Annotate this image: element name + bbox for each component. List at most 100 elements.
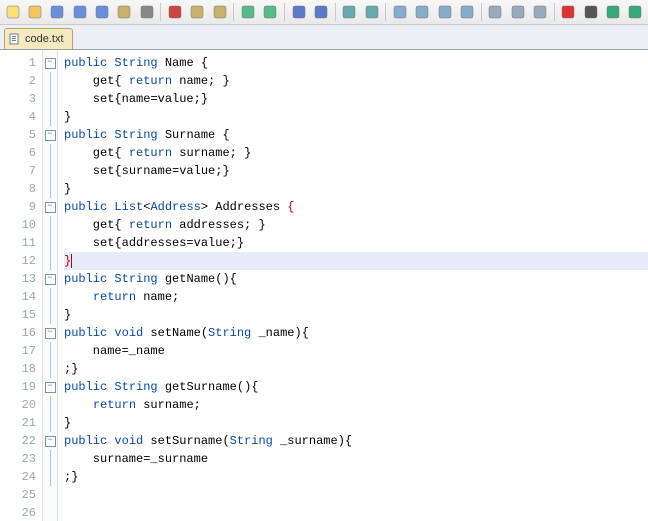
- undo-icon[interactable]: [237, 1, 258, 23]
- code-line[interactable]: return name;: [64, 288, 648, 306]
- window-layout-icon[interactable]: [434, 1, 455, 23]
- fold-toggle-icon[interactable]: [45, 202, 56, 213]
- code-line[interactable]: public List<Address> Addresses {: [64, 198, 648, 216]
- window-cascade-icon[interactable]: [456, 1, 477, 23]
- fold-cell: [43, 414, 57, 432]
- fold-toggle-icon[interactable]: [45, 130, 56, 141]
- tab-code-txt[interactable]: code.txt: [4, 28, 73, 49]
- fold-toggle-icon[interactable]: [45, 382, 56, 393]
- code-line[interactable]: ;}: [64, 468, 648, 486]
- replace-icon[interactable]: [310, 1, 331, 23]
- save-all-icon[interactable]: [69, 1, 90, 23]
- fold-cell[interactable]: [43, 432, 57, 450]
- new-file-icon[interactable]: [2, 1, 23, 23]
- code-line[interactable]: }: [64, 306, 648, 324]
- record-macro-icon[interactable]: [558, 1, 579, 23]
- fold-cell: [43, 450, 57, 468]
- code-line[interactable]: set{addresses=value;}: [64, 234, 648, 252]
- redo-icon[interactable]: [260, 1, 281, 23]
- zoom-out-icon[interactable]: [361, 1, 382, 23]
- play-all-icon[interactable]: [625, 1, 646, 23]
- code-line[interactable]: public String Surname {: [64, 126, 648, 144]
- code-line[interactable]: public String getSurname(){: [64, 378, 648, 396]
- word-wrap-icon[interactable]: [529, 1, 550, 23]
- fold-cell: [43, 468, 57, 486]
- fold-toggle-icon[interactable]: [45, 274, 56, 285]
- fold-guide: [50, 288, 51, 306]
- toolbar-separator: [284, 3, 285, 21]
- zoom-in-icon[interactable]: [339, 1, 360, 23]
- open-icon[interactable]: [24, 1, 45, 23]
- fold-cell: [43, 504, 57, 521]
- stop-macro-icon[interactable]: [580, 1, 601, 23]
- fold-cell: [43, 360, 57, 378]
- code-line[interactable]: public String getName(){: [64, 270, 648, 288]
- code-line[interactable]: set{surname=value;}: [64, 162, 648, 180]
- fold-guide: [50, 468, 51, 486]
- fold-cell[interactable]: [43, 126, 57, 144]
- fold-guide: [50, 234, 51, 252]
- code-line[interactable]: get{ return addresses; }: [64, 216, 648, 234]
- fold-guide: [50, 360, 51, 378]
- fold-cell[interactable]: [43, 378, 57, 396]
- code-line[interactable]: [64, 504, 648, 521]
- find-icon[interactable]: [288, 1, 309, 23]
- code-line[interactable]: [64, 486, 648, 504]
- file-icon: [9, 33, 21, 45]
- fold-toggle-icon[interactable]: [45, 58, 56, 69]
- toolbar-separator: [385, 3, 386, 21]
- fold-cell: [43, 234, 57, 252]
- fold-cell[interactable]: [43, 198, 57, 216]
- toolbar-separator: [160, 3, 161, 21]
- line-number: 15: [0, 306, 36, 324]
- cut-icon[interactable]: [164, 1, 185, 23]
- toggle-panel-icon[interactable]: [485, 1, 506, 23]
- fold-cell: [43, 180, 57, 198]
- fold-guide: [50, 180, 51, 198]
- code-line[interactable]: }: [64, 108, 648, 126]
- code-line[interactable]: }: [64, 180, 648, 198]
- window-split-h-icon[interactable]: [389, 1, 410, 23]
- fold-cell: [43, 162, 57, 180]
- fold-cell[interactable]: [43, 54, 57, 72]
- code-line[interactable]: get{ return name; }: [64, 72, 648, 90]
- code-line[interactable]: return surname;: [64, 396, 648, 414]
- line-number: 20: [0, 396, 36, 414]
- line-number: 19: [0, 378, 36, 396]
- line-number: 4: [0, 108, 36, 126]
- paste-icon[interactable]: [209, 1, 230, 23]
- window-split-v-icon[interactable]: [412, 1, 433, 23]
- fold-cell[interactable]: [43, 270, 57, 288]
- line-numbers-icon[interactable]: [507, 1, 528, 23]
- code-line[interactable]: }: [64, 414, 648, 432]
- code-line[interactable]: public void setSurname(String _surname){: [64, 432, 648, 450]
- code-line[interactable]: public String Name {: [64, 54, 648, 72]
- toolbar-separator: [554, 3, 555, 21]
- code-line[interactable]: public void setName(String _name){: [64, 324, 648, 342]
- copy-icon[interactable]: [187, 1, 208, 23]
- code-line[interactable]: set{name=value;}: [64, 90, 648, 108]
- code-line[interactable]: surname=_surname: [64, 450, 648, 468]
- code-line[interactable]: }: [64, 252, 648, 270]
- line-number: 18: [0, 360, 36, 378]
- fold-cell[interactable]: [43, 324, 57, 342]
- code-line[interactable]: name=_name: [64, 342, 648, 360]
- code-area[interactable]: public String Name { get{ return name; }…: [58, 50, 648, 521]
- code-line[interactable]: get{ return surname; }: [64, 144, 648, 162]
- fold-guide: [50, 306, 51, 324]
- line-number: 17: [0, 342, 36, 360]
- line-number: 13: [0, 270, 36, 288]
- fold-guide: [50, 450, 51, 468]
- copy-file-icon[interactable]: [114, 1, 135, 23]
- line-number: 3: [0, 90, 36, 108]
- save-as-icon[interactable]: [91, 1, 112, 23]
- code-line[interactable]: ;}: [64, 360, 648, 378]
- fold-toggle-icon[interactable]: [45, 328, 56, 339]
- play-macro-icon[interactable]: [602, 1, 623, 23]
- line-number: 23: [0, 450, 36, 468]
- save-icon[interactable]: [47, 1, 68, 23]
- print-icon[interactable]: [136, 1, 157, 23]
- line-number: 10: [0, 216, 36, 234]
- fold-toggle-icon[interactable]: [45, 436, 56, 447]
- fold-guide: [50, 342, 51, 360]
